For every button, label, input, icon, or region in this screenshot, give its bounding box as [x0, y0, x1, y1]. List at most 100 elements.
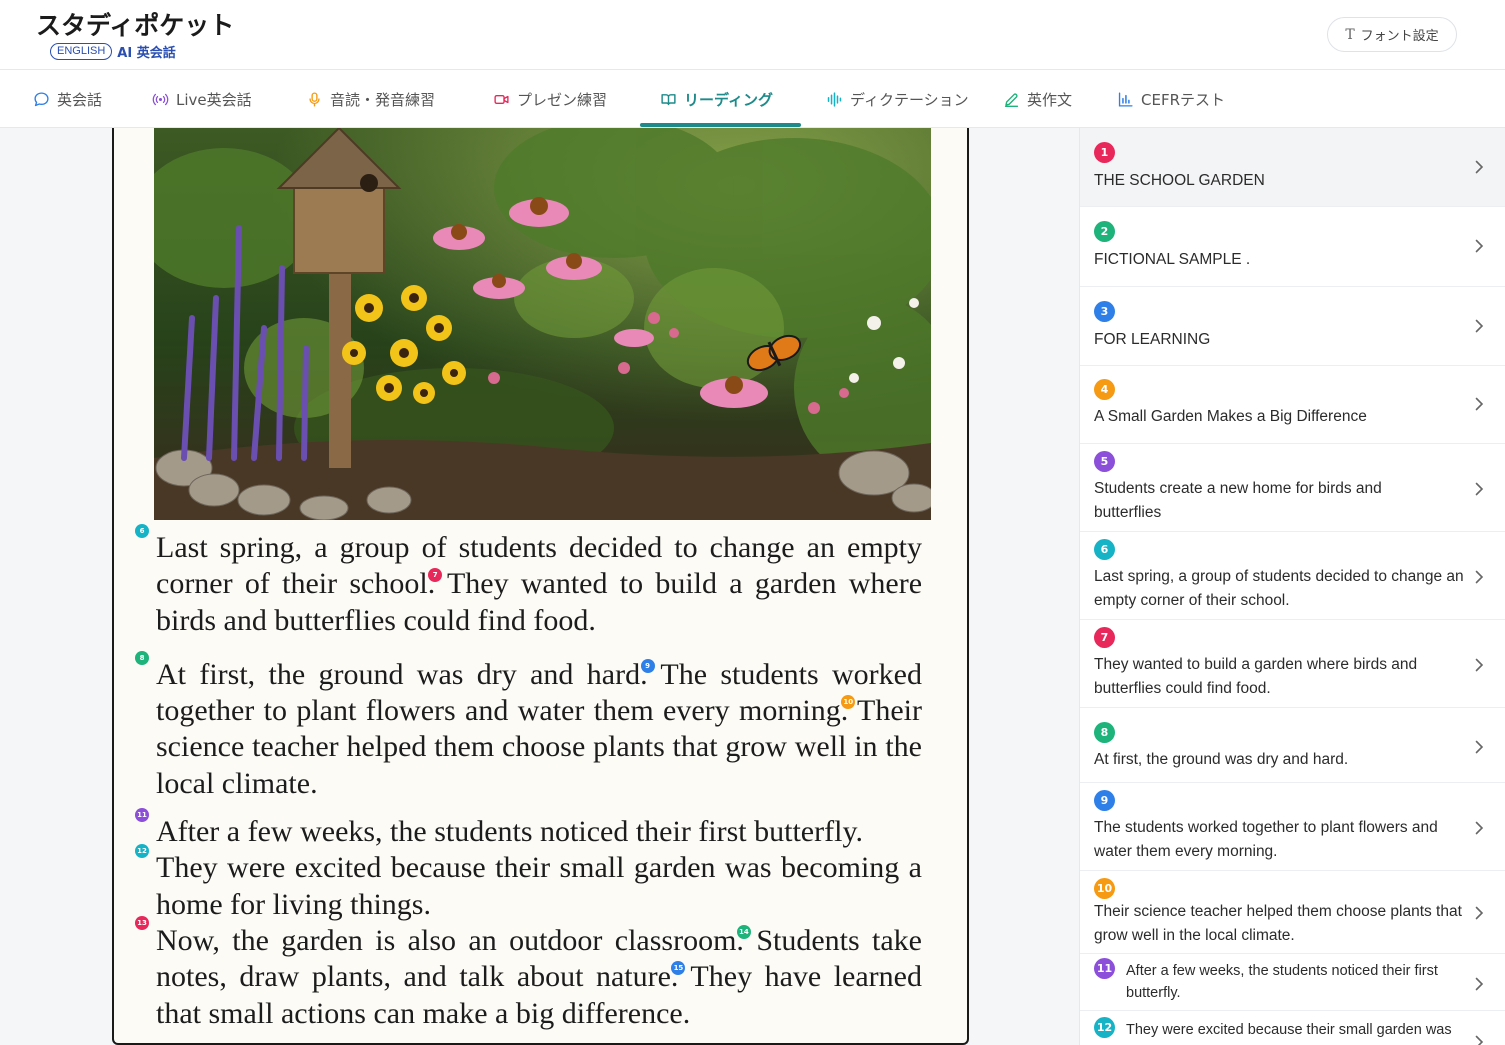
- item-number-badge: 7: [1094, 627, 1115, 648]
- chevron-right-icon: [1475, 658, 1484, 672]
- chat-bubble-icon: [34, 91, 49, 106]
- open-book-icon: [661, 93, 676, 105]
- article-sentence[interactable]: Now, the garden is also an outdoor class…: [156, 924, 744, 957]
- sentence-marker[interactable]: 13: [135, 916, 149, 931]
- sentence-marker[interactable]: 12: [135, 844, 149, 859]
- sentence-marker[interactable]: 15: [671, 961, 686, 976]
- chevron-right-icon: [1475, 160, 1484, 174]
- chevron-right-icon: [1475, 570, 1484, 584]
- tab-presentation[interactable]: プレゼン練習: [493, 70, 607, 128]
- list-item[interactable]: 12 They were excited because their small…: [1080, 1011, 1505, 1045]
- tab-cefr-test[interactable]: CEFRテスト: [1117, 70, 1225, 128]
- sentence-marker[interactable]: 10: [841, 695, 856, 710]
- pencil-icon: [1004, 92, 1019, 107]
- list-item[interactable]: 2 FICTIONAL SAMPLE .: [1080, 207, 1505, 287]
- video-camera-icon: [494, 94, 509, 104]
- sentence-list: 1 THE SCHOOL GARDEN 2 FICTIONAL SAMPLE .…: [1079, 128, 1505, 1045]
- font-settings-button[interactable]: T フォント設定: [1327, 17, 1457, 52]
- sentence-marker[interactable]: 11: [135, 808, 149, 823]
- tab-dictation[interactable]: ディクテーション: [826, 70, 969, 128]
- item-number-badge: 12: [1094, 1017, 1115, 1038]
- sentence-marker[interactable]: 7: [428, 568, 443, 583]
- tab-label: リーディング: [684, 90, 773, 109]
- item-number-badge: 1: [1094, 142, 1115, 163]
- item-number-badge: 8: [1094, 722, 1115, 743]
- list-item[interactable]: 1 THE SCHOOL GARDEN: [1080, 128, 1505, 207]
- tab-label: プレゼン練習: [517, 90, 608, 109]
- sentence-marker[interactable]: 9: [640, 658, 655, 673]
- item-text: They were excited because their small ga…: [1126, 1022, 1452, 1045]
- active-tab-indicator: [640, 123, 801, 127]
- app-title: スタディポケット: [36, 11, 235, 40]
- list-item[interactable]: 5 Students create a new home for birds a…: [1080, 444, 1505, 532]
- item-text: A Small Garden Makes a Big Difference: [1094, 408, 1367, 425]
- chevron-right-icon: [1475, 239, 1484, 253]
- sound-wave-icon: [827, 91, 842, 107]
- tab-ondoku[interactable]: 音読・発音練習: [306, 70, 435, 128]
- article-text: 6 Last spring, a group of students decide…: [135, 524, 922, 1032]
- font-icon: T: [1345, 26, 1355, 43]
- chevron-right-icon: [1475, 482, 1484, 496]
- item-text: FOR LEARNING: [1094, 331, 1211, 348]
- list-item[interactable]: 8 At first, the ground was dry and hard.: [1080, 708, 1505, 783]
- item-number-badge: 5: [1094, 451, 1115, 472]
- article-sentence[interactable]: After a few weeks, the students noticed …: [156, 815, 863, 848]
- item-text: After a few weeks, the students noticed …: [1126, 963, 1438, 1001]
- list-item[interactable]: 11 After a few weeks, the students notic…: [1080, 954, 1505, 1011]
- tab-eisakubun[interactable]: 英作文: [1003, 70, 1072, 128]
- tab-label: ディクテーション: [850, 90, 969, 109]
- main-nav: 英会話 Live英会話 音読・発音練習 プレゼン練習 リーディング ディクテーシ…: [0, 70, 1505, 128]
- list-item[interactable]: 6 Last spring, a group of students decid…: [1080, 532, 1505, 620]
- item-text: They wanted to build a garden where bird…: [1094, 656, 1418, 697]
- chevron-right-icon: [1475, 977, 1484, 991]
- tab-label: 英作文: [1027, 90, 1073, 109]
- chevron-right-icon: [1475, 319, 1484, 333]
- article-sentence[interactable]: They were excited because their small ga…: [156, 851, 922, 920]
- font-settings-label: フォント設定: [1360, 29, 1439, 44]
- chevron-right-icon: [1475, 821, 1484, 835]
- chevron-right-icon: [1475, 740, 1484, 754]
- article-paragraph: 8 At first, the ground was dry and hard.9…: [135, 650, 922, 802]
- item-text: Students create a new home for birds and…: [1094, 480, 1382, 521]
- item-text: THE SCHOOL GARDEN: [1094, 172, 1265, 189]
- item-number-badge: 11: [1094, 958, 1115, 979]
- list-item[interactable]: 9 The students worked together to plant …: [1080, 783, 1505, 871]
- tab-reading[interactable]: リーディング: [660, 70, 773, 128]
- ai-eikaiwa-label: AI 英会話: [117, 46, 176, 61]
- list-item[interactable]: 10 Their science teacher helped them cho…: [1080, 871, 1505, 954]
- item-number-badge: 10: [1094, 878, 1115, 899]
- item-text: Last spring, a group of students decided…: [1094, 568, 1464, 609]
- list-item[interactable]: 7 They wanted to build a garden where bi…: [1080, 620, 1505, 708]
- item-text: Their science teacher helped them choose…: [1094, 903, 1462, 944]
- tab-label: CEFRテスト: [1141, 90, 1226, 109]
- item-text: At first, the ground was dry and hard.: [1094, 751, 1349, 768]
- english-badge: ENGLISH: [50, 43, 113, 60]
- sentence-marker[interactable]: 6: [135, 524, 149, 538]
- bar-chart-icon: [1118, 91, 1133, 107]
- list-item[interactable]: 4 A Small Garden Makes a Big Difference: [1080, 366, 1505, 444]
- tab-eikaiwa[interactable]: 英会話: [33, 70, 102, 128]
- microphone-icon: [309, 91, 320, 107]
- item-number-badge: 6: [1094, 539, 1115, 560]
- article-paragraph: 11 After a few weeks, the students notice…: [135, 808, 922, 1032]
- item-text: FICTIONAL SAMPLE .: [1094, 251, 1251, 268]
- sentence-marker[interactable]: 14: [736, 924, 751, 939]
- article-paragraph: 6 Last spring, a group of students decide…: [135, 524, 922, 639]
- item-number-badge: 4: [1094, 379, 1115, 400]
- app-subtitle: ENGLISH AI 英会話: [50, 42, 176, 61]
- chevron-right-icon: [1475, 1035, 1484, 1045]
- tab-label: 英会話: [57, 90, 103, 109]
- item-number-badge: 3: [1094, 301, 1115, 322]
- app-header: スタディポケット ENGLISH AI 英会話 T フォント設定: [0, 0, 1505, 70]
- garden-photo: [154, 128, 931, 520]
- list-item[interactable]: 3 FOR LEARNING: [1080, 287, 1505, 366]
- broadcast-icon: [152, 93, 169, 105]
- chevron-right-icon: [1475, 906, 1484, 920]
- tab-live-eikaiwa[interactable]: Live英会話: [152, 70, 252, 128]
- sentence-marker[interactable]: 8: [135, 650, 149, 665]
- item-number-badge: 9: [1094, 790, 1115, 811]
- article-sentence[interactable]: At first, the ground was dry and hard.: [156, 658, 648, 691]
- item-number-badge: 2: [1094, 221, 1115, 242]
- chevron-right-icon: [1475, 397, 1484, 411]
- tab-label: Live英会話: [176, 90, 252, 109]
